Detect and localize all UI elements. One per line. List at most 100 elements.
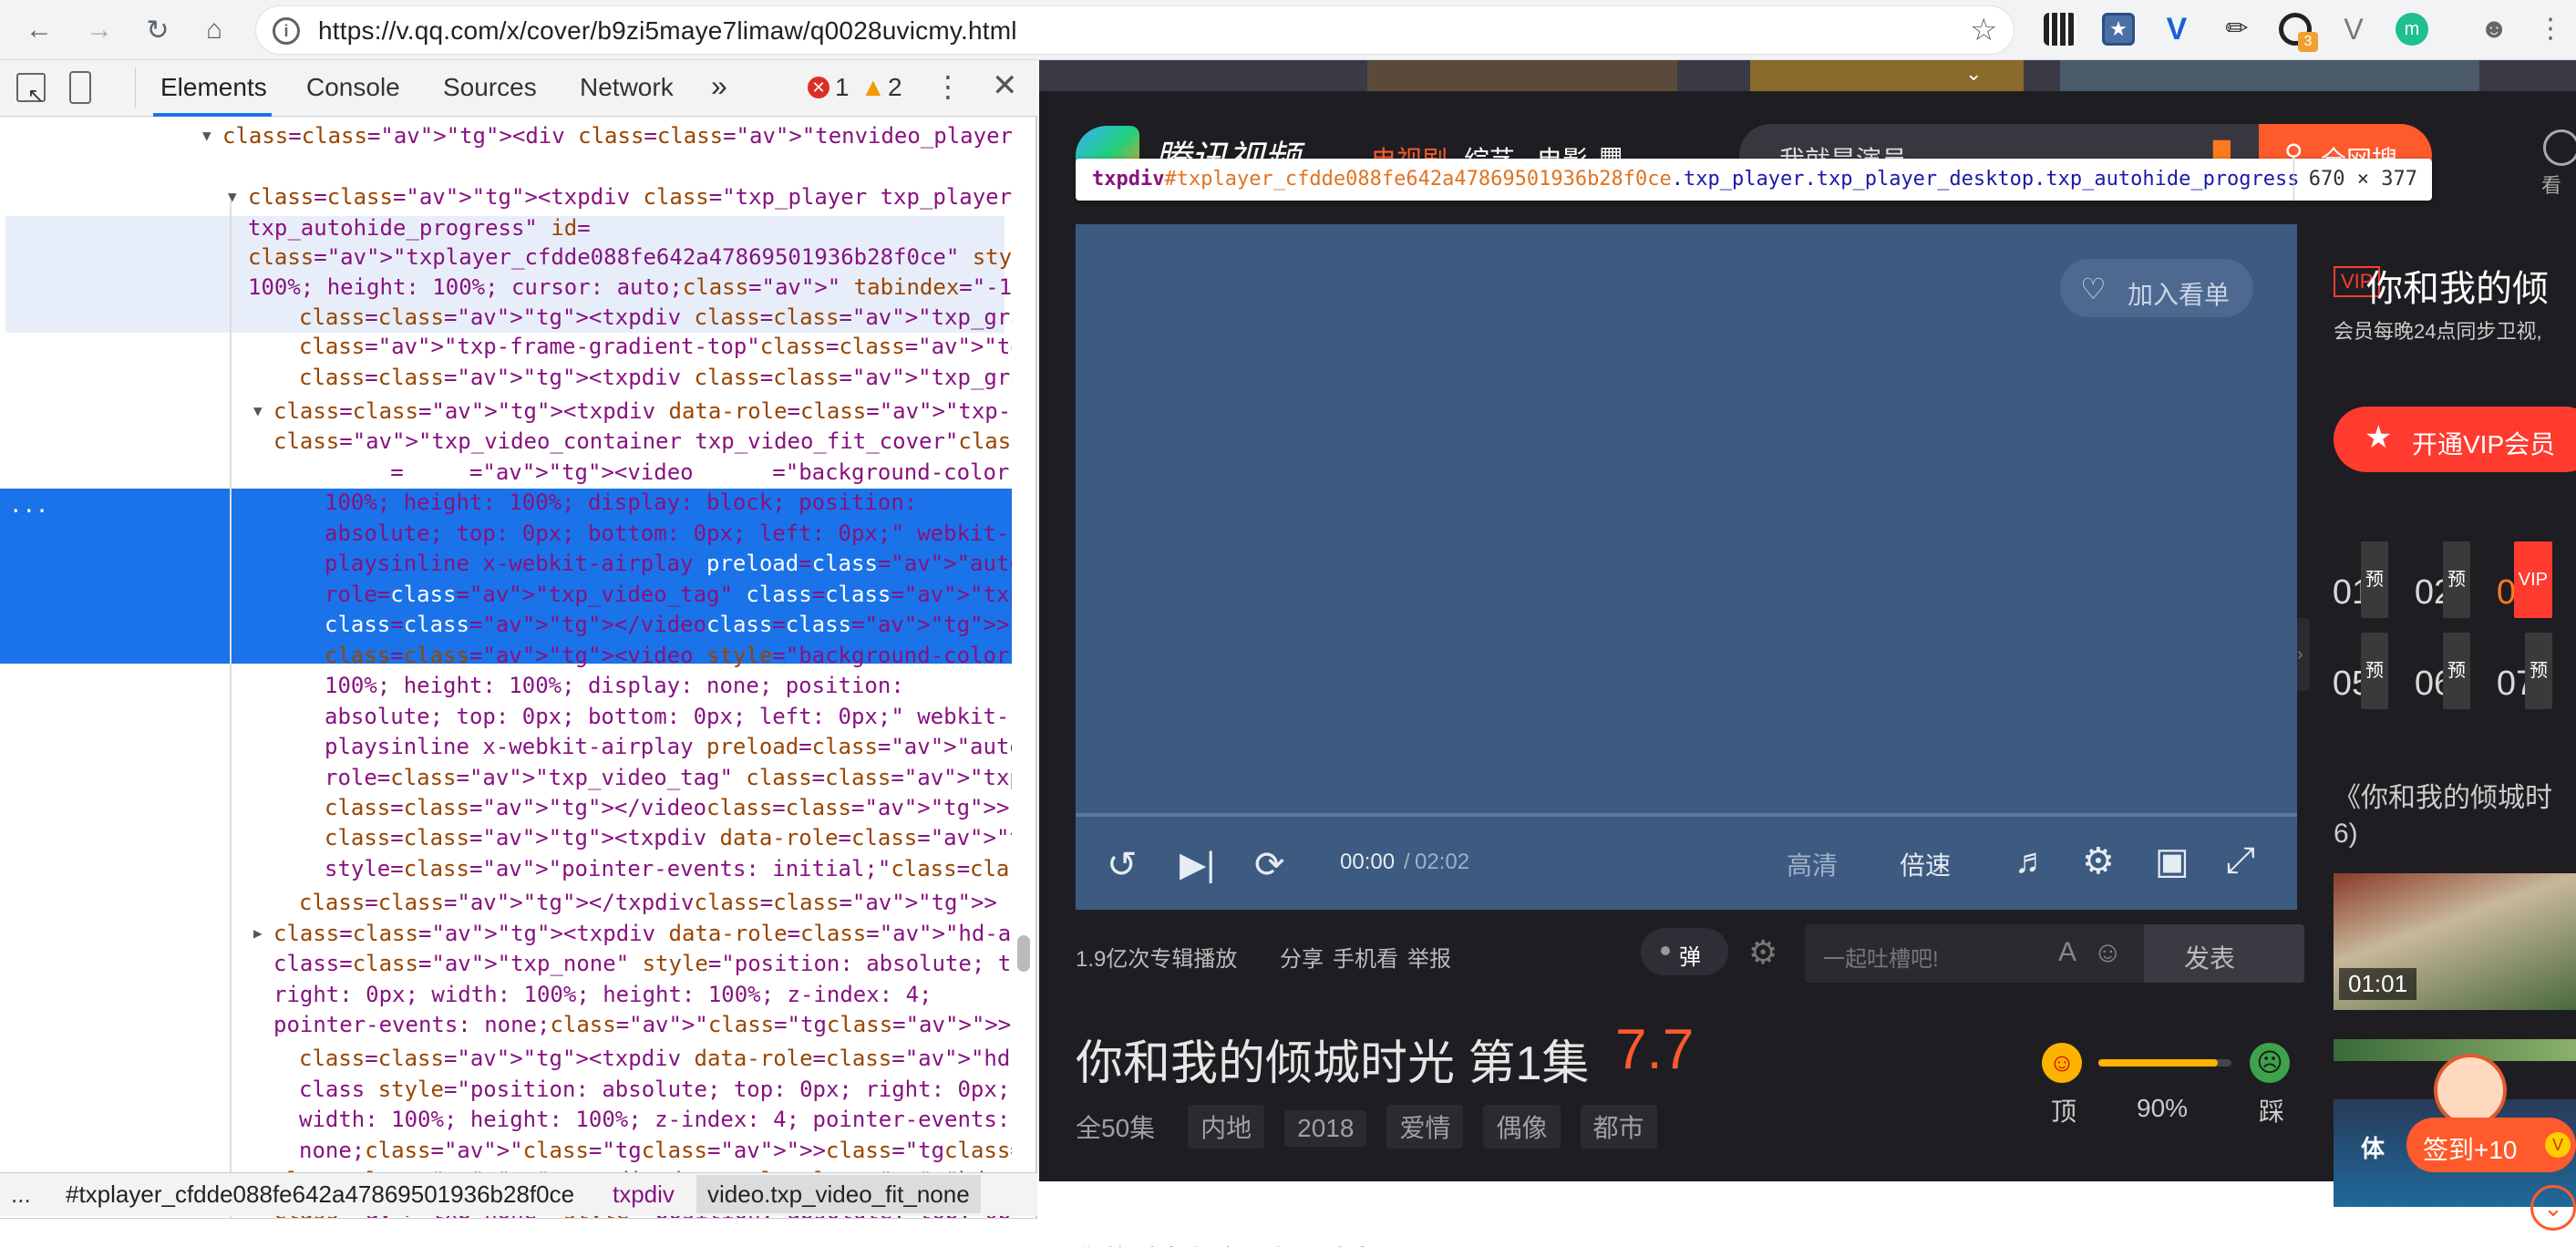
clip-title[interactable]: 《你和我的倾城时 (2334, 775, 2552, 815)
open-vip-button[interactable]: ★ 开通VIP会员 (2334, 407, 2576, 472)
bookmark-star-icon[interactable]: ★ (2102, 13, 2135, 46)
episode-vip-01[interactable]: 01VIP (2479, 541, 2552, 629)
danmaku-input[interactable]: 一起吐槽吧! A ☺ 发表 (1805, 924, 2304, 983)
video-player[interactable]: ♡ 加入看单 (1076, 224, 2297, 910)
disclosure-triangle-icon[interactable]: ▼ (228, 182, 237, 211)
dom-node-line[interactable]: width: 100%; height: 100%; z-index: 4; p… (299, 1105, 1010, 1134)
disclosure-triangle-icon[interactable]: ▼ (202, 121, 211, 150)
dom-node-line[interactable]: class=class="av">"tg"><txpdiv class=clas… (299, 363, 1012, 392)
dom-search-bar[interactable] (0, 1218, 1037, 1247)
clip-thumbnail[interactable]: 01:01 (2334, 873, 2576, 1010)
emoji-icon[interactable]: ☺ (2093, 935, 2123, 969)
error-count[interactable]: 1 (835, 73, 850, 102)
dom-node-line[interactable]: playsinline x-webkit-airplay preload=cla… (325, 732, 1012, 761)
v-extension-icon[interactable]: V (2337, 13, 2370, 46)
dom-node-line[interactable]: class=class="av">"tg"><txpdiv class=clas… (299, 303, 1012, 332)
kebab-menu-icon[interactable]: ⋮ (2534, 13, 2567, 46)
dom-node-line[interactable]: class="av">"txp-frame-gradient-top"class… (299, 332, 1012, 361)
mascot-girl-icon[interactable] (2434, 1054, 2507, 1127)
dom-node-line[interactable]: class style="position: absolute; top: 0p… (299, 1075, 1010, 1104)
dom-node-line[interactable]: txp_autohide_progress" id= (248, 213, 591, 242)
dom-node-line[interactable]: 100%; height: 100%; display: none; posit… (325, 671, 904, 700)
forward-arrow-icon[interactable]: → (78, 9, 120, 51)
breadcrumb-item-txpdiv[interactable]: txpdiv (613, 1180, 675, 1209)
dom-node-line[interactable]: class="av">"txp_video_container txp_vide… (273, 427, 1012, 456)
tag-region[interactable]: 内地 (1188, 1105, 1265, 1149)
dom-node-line[interactable]: absolute; top: 0px; bottom: 0px; left: 0… (325, 702, 1009, 731)
reload-icon[interactable]: ↻ (137, 9, 179, 51)
volume-icon[interactable]: ♬ (2014, 842, 2049, 881)
dom-node-line[interactable]: style=class="av">"pointer-events: initia… (325, 854, 1012, 883)
dom-node-line[interactable]: class=class="av">"tg"><txpdiv data-role=… (325, 823, 1012, 852)
speed-button[interactable]: 倍速 (1900, 846, 1951, 882)
tab-elements[interactable]: Elements (160, 73, 267, 102)
dom-node-line[interactable]: class=class="av">"tg"><txpdiv data-role=… (253, 397, 1012, 426)
share-link[interactable]: 分享 (1280, 941, 1324, 973)
quality-button[interactable]: 高清 (1787, 846, 1838, 882)
dom-node-line[interactable]: right: 0px; width: 100%; height: 100%; z… (273, 980, 932, 1009)
episode-07[interactable]: 07 预 (2479, 633, 2552, 720)
dom-node-line[interactable]: class="av">"txplayer_cfdde088fe642a47869… (248, 242, 1012, 272)
scroll-down-icon[interactable]: ⌄ (2530, 1185, 2576, 1231)
settings-gear-icon[interactable]: ⚙ (2082, 840, 2115, 882)
tag-urban[interactable]: 都市 (1580, 1105, 1657, 1149)
add-watchlist-button[interactable]: ♡ 加入看单 (2060, 259, 2253, 317)
tag-romance[interactable]: 爱情 (1386, 1105, 1464, 1149)
dom-node-line[interactable]: class=class="av">"tg"></videoclass=class… (325, 610, 1012, 639)
dom-node-line[interactable]: class=class="av">"tg"><video style="back… (325, 458, 1012, 487)
home-icon[interactable]: ⌂ (193, 9, 235, 51)
tab-sources[interactable]: Sources (443, 73, 537, 102)
vue-v-icon[interactable]: V (2160, 13, 2193, 46)
breadcrumb-ellipsis[interactable]: ... (11, 1180, 31, 1209)
like-emoji-icon[interactable]: ☺ (2042, 1043, 2082, 1083)
back-arrow-icon[interactable]: ← (18, 9, 60, 51)
more-tabs-icon[interactable]: » (711, 69, 727, 103)
dom-node-line[interactable]: class=class="av">"tg"><txpdiv data-role=… (299, 1044, 1012, 1073)
tab-network[interactable]: Network (580, 73, 674, 102)
dom-node-line[interactable]: 100%; height: 100%; display: block; posi… (325, 488, 917, 517)
chevron-down-icon[interactable]: ⌄ (1965, 62, 1982, 86)
info-icon[interactable]: i (273, 17, 300, 45)
tag-year[interactable]: 2018 (1284, 1110, 1367, 1147)
device-toolbar-icon[interactable] (69, 71, 91, 104)
collapse-sidebar-chevron-icon[interactable]: › (2297, 618, 2310, 691)
tag-idol[interactable]: 偶像 (1483, 1105, 1561, 1149)
star-icon[interactable]: ☆ (1970, 12, 1997, 48)
history-icon[interactable] (2543, 129, 2576, 166)
next-episode-icon[interactable]: ▶| (1180, 844, 1215, 885)
m-extension-icon[interactable]: m (2396, 13, 2428, 46)
series-title[interactable]: 你和我的倾 (2366, 259, 2549, 312)
disclosure-triangle-icon[interactable]: ▶ (253, 919, 263, 948)
dom-node-line[interactable]: class=class="av">"tg"></videoclass=class… (325, 793, 1009, 822)
font-style-icon[interactable]: A (2058, 937, 2076, 968)
tab-console[interactable]: Console (306, 73, 400, 102)
dom-node-line[interactable]: role=class="av">"txp_video_tag" class=cl… (325, 580, 1012, 609)
report-link[interactable]: 举报 (1407, 941, 1451, 973)
replay-icon[interactable]: ↺ (1107, 844, 1138, 886)
episode-01[interactable]: 01 预 (2315, 541, 2388, 629)
eyedropper-icon[interactable]: ✏ (2221, 13, 2253, 46)
web-fullscreen-icon[interactable]: ▣ (2155, 840, 2190, 882)
episode-02[interactable]: 02 预 (2397, 541, 2470, 629)
send-button[interactable]: 发表 (2144, 924, 2304, 983)
dislike-emoji-icon[interactable]: ☹ (2250, 1043, 2290, 1083)
node-ellipsis[interactable]: ... (9, 490, 48, 520)
dom-node-line[interactable]: playsinline x-webkit-airplay preload=cla… (325, 549, 1012, 578)
dom-node-line[interactable]: class=class="av">"tg"></txpdivclass=clas… (299, 888, 997, 917)
breadcrumb-item-player[interactable]: #txplayer_cfdde088fe642a47869501936b28f0… (66, 1180, 574, 1209)
signin-button[interactable]: 签到+10 V (2406, 1118, 2576, 1172)
warning-icon[interactable]: ▲ (860, 73, 886, 102)
dom-node-line[interactable]: class=class="av">"tg"><video style="back… (325, 641, 1012, 670)
episode-06[interactable]: 06 预 (2397, 633, 2470, 720)
qr-code-icon[interactable] (2044, 13, 2076, 46)
refresh-extension-icon[interactable]: 3 (2279, 13, 2318, 52)
warning-count[interactable]: 2 (888, 73, 902, 102)
devtools-menu-icon[interactable]: ⋮ (933, 69, 963, 104)
address-bar[interactable]: i https://v.qq.com/x/cover/b9zi5maye7lim… (255, 5, 2014, 55)
episode-05[interactable]: 05 预 (2315, 633, 2388, 720)
disclosure-triangle-icon[interactable]: ▼ (253, 397, 263, 426)
danmaku-toggle[interactable]: 弹 (1641, 928, 1728, 975)
dom-scrollbar[interactable] (1017, 935, 1030, 972)
dom-node-line[interactable]: pointer-events: none;class="av">"class="… (273, 1010, 1012, 1039)
tag-episodes[interactable]: 全50集 (1076, 1105, 1168, 1149)
